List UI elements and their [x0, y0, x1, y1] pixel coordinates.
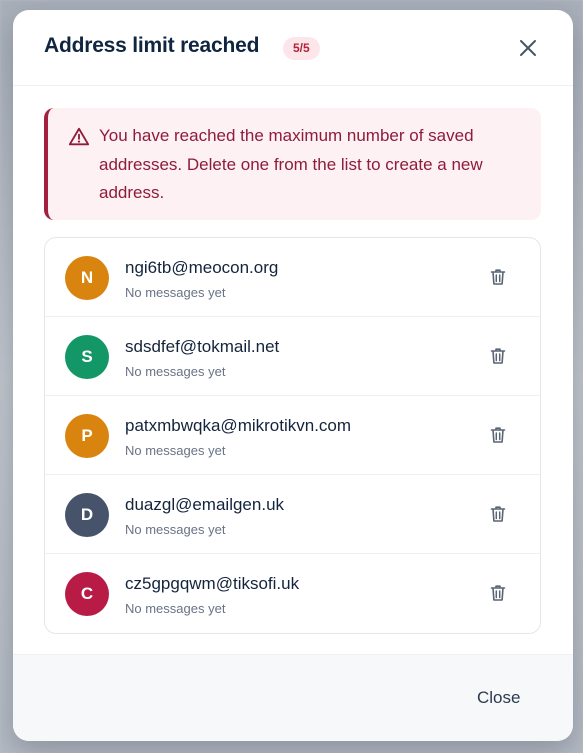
delete-address-button[interactable] — [485, 264, 511, 290]
delete-address-button[interactable] — [485, 501, 511, 527]
modal-title: Address limit reached — [44, 34, 260, 57]
limit-warning-alert: You have reached the maximum number of s… — [44, 108, 541, 220]
modal-footer: Close — [13, 654, 573, 741]
address-status: No messages yet — [125, 443, 226, 458]
delete-address-button[interactable] — [485, 422, 511, 448]
delete-address-button[interactable] — [485, 343, 511, 369]
close-icon[interactable] — [518, 38, 538, 58]
address-email: cz5gpgqwm@tiksofi.uk — [125, 574, 300, 593]
warning-triangle-icon — [68, 126, 90, 148]
list-item: C cz5gpgqwm@tiksofi.uk No messages yet — [45, 554, 540, 633]
address-list: N ngi6tb@meocon.org No messages yet S sd… — [44, 237, 541, 634]
address-email: ngi6tb@meocon.org — [125, 258, 279, 277]
address-limit-modal: Address limit reached 5/5 You have reach… — [13, 10, 573, 741]
modal-header: Address limit reached 5/5 — [13, 10, 573, 86]
avatar: P — [65, 414, 109, 458]
trash-icon — [490, 348, 506, 364]
address-status: No messages yet — [125, 285, 226, 300]
address-status: No messages yet — [125, 522, 226, 537]
delete-address-button[interactable] — [485, 580, 511, 606]
address-status: No messages yet — [125, 601, 226, 616]
trash-icon — [490, 269, 506, 285]
list-item: P patxmbwqka@mikrotikvn.com No messages … — [45, 396, 540, 475]
list-item: D duazgl@emailgen.uk No messages yet — [45, 475, 540, 554]
trash-icon — [490, 427, 506, 443]
address-email: patxmbwqka@mikrotikvn.com — [125, 416, 352, 435]
address-email: sdsdfef@tokmail.net — [125, 337, 280, 356]
alert-message: You have reached the maximum number of s… — [99, 126, 483, 202]
avatar: D — [65, 493, 109, 537]
trash-icon — [490, 585, 506, 601]
list-item: S sdsdfef@tokmail.net No messages yet — [45, 317, 540, 396]
avatar: N — [65, 256, 109, 300]
address-count-badge: 5/5 — [283, 37, 320, 60]
avatar: C — [65, 572, 109, 616]
trash-icon — [490, 506, 506, 522]
close-button[interactable]: Close — [463, 683, 534, 713]
list-item: N ngi6tb@meocon.org No messages yet — [45, 238, 540, 317]
address-email: duazgl@emailgen.uk — [125, 495, 285, 514]
address-status: No messages yet — [125, 364, 226, 379]
avatar: S — [65, 335, 109, 379]
